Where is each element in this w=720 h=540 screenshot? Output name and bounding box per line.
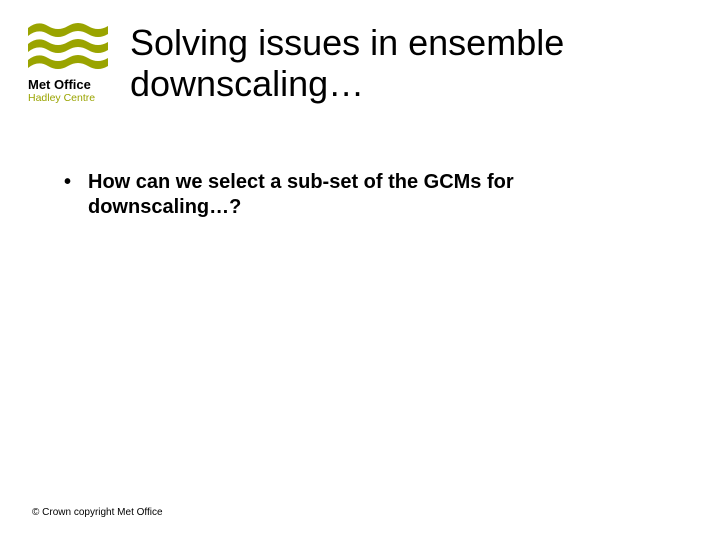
slide: Met Office Hadley Centre Solving issues … bbox=[0, 0, 720, 540]
page-title: Solving issues in ensemble downscaling… bbox=[130, 22, 680, 105]
logo-text: Met Office Hadley Centre bbox=[28, 78, 116, 104]
logo-line2: Hadley Centre bbox=[28, 93, 116, 104]
footer-copyright: © Crown copyright Met Office bbox=[32, 507, 163, 518]
logo-block: Met Office Hadley Centre bbox=[28, 20, 116, 104]
logo-line1: Met Office bbox=[28, 78, 116, 92]
content-area: How can we select a sub-set of the GCMs … bbox=[60, 170, 660, 220]
bullet-list: How can we select a sub-set of the GCMs … bbox=[60, 170, 660, 220]
list-item: How can we select a sub-set of the GCMs … bbox=[60, 170, 660, 220]
met-office-waves-icon bbox=[28, 20, 108, 72]
